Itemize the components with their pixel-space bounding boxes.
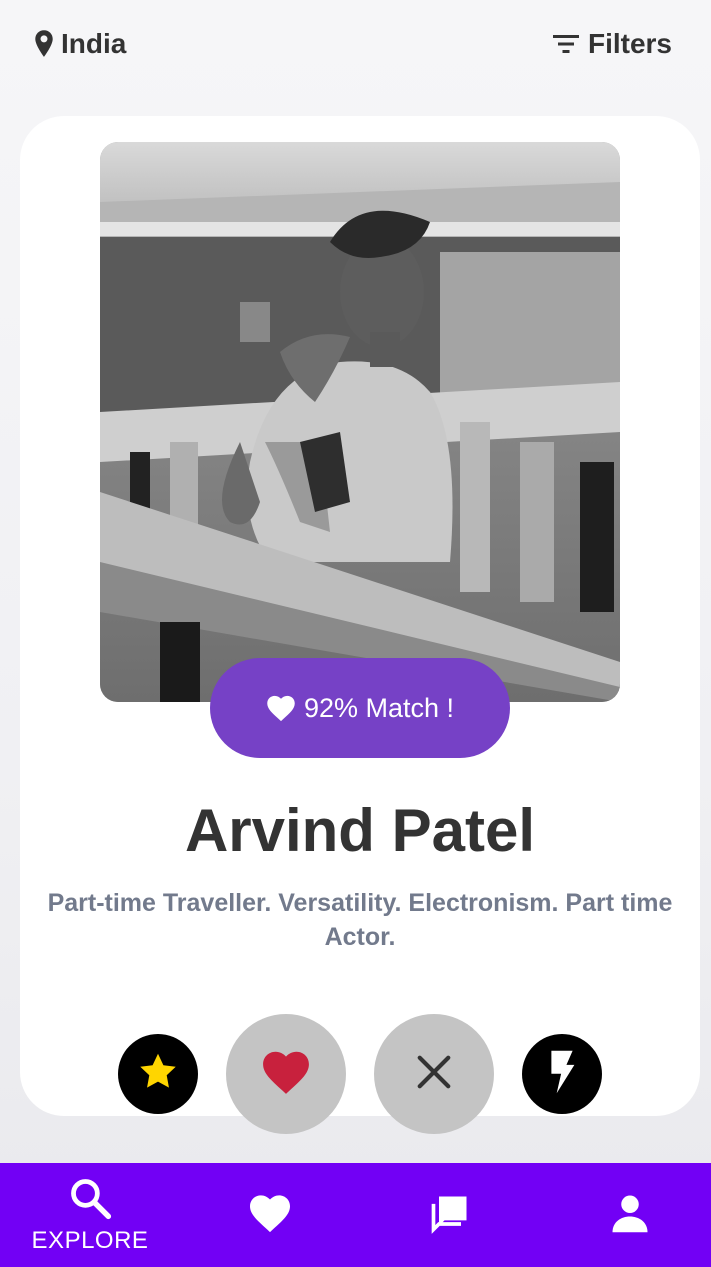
search-icon bbox=[68, 1176, 112, 1225]
heart-icon bbox=[261, 1049, 311, 1100]
match-badge: 92% Match ! bbox=[210, 658, 510, 758]
filter-icon bbox=[552, 32, 580, 56]
star-icon bbox=[137, 1052, 179, 1097]
super-like-button[interactable] bbox=[118, 1034, 198, 1114]
lightning-icon bbox=[545, 1049, 579, 1100]
location-selector[interactable]: India bbox=[33, 28, 126, 60]
location-pin-icon bbox=[33, 29, 55, 59]
location-label: India bbox=[61, 28, 127, 59]
top-bar: India Filters bbox=[0, 0, 711, 95]
nav-chat[interactable] bbox=[380, 1163, 520, 1267]
profile-name: Arvind Patel bbox=[184, 797, 536, 864]
like-button[interactable] bbox=[226, 1014, 346, 1134]
match-text: 92% Match ! bbox=[303, 692, 455, 723]
profile-card[interactable]: Arvind Patel Part-time Traveller. Versat… bbox=[20, 116, 700, 1116]
close-icon bbox=[415, 1053, 453, 1096]
heart-icon bbox=[266, 694, 296, 722]
dismiss-button[interactable] bbox=[374, 1014, 494, 1134]
nav-profile[interactable] bbox=[560, 1163, 700, 1267]
profile-photo[interactable] bbox=[100, 142, 620, 702]
person-icon bbox=[609, 1192, 651, 1239]
nav-explore-label: EXPLORE bbox=[31, 1226, 149, 1254]
boost-button[interactable] bbox=[522, 1034, 602, 1114]
heart-icon bbox=[248, 1193, 292, 1238]
profile-bio: Part-time Traveller. Versatility. Electr… bbox=[47, 889, 673, 951]
filters-button[interactable]: Filters bbox=[552, 28, 672, 60]
bottom-nav: EXPLORE bbox=[0, 1163, 711, 1267]
filters-label: Filters bbox=[587, 28, 672, 59]
nav-likes[interactable] bbox=[200, 1163, 340, 1267]
nav-explore[interactable]: EXPLORE bbox=[20, 1163, 160, 1267]
chat-icon bbox=[428, 1191, 472, 1240]
